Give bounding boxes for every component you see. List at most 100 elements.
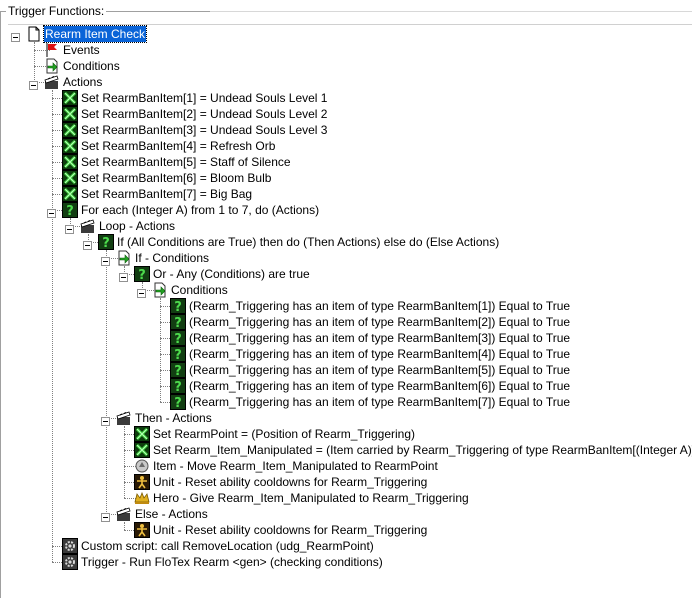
tree-node-label[interactable]: Else - Actions <box>134 506 209 522</box>
collapse-toggle-icon[interactable] <box>83 238 92 250</box>
tree-node-t2[interactable]: Set Rearm_Item_Manipulated = (Item carri… <box>8 442 692 458</box>
tree-node-t1[interactable]: Set RearmPoint = (Position of Rearm_Trig… <box>8 426 692 442</box>
collapse-toggle-icon[interactable] <box>29 78 38 90</box>
tree-node-label[interactable]: Loop - Actions <box>98 218 176 234</box>
tree-node-label[interactable]: (Rearm_Triggering has an item of type Re… <box>188 394 571 410</box>
tree-node-label[interactable]: Set RearmBanItem[2] = Undead Souls Level… <box>80 106 328 122</box>
tree-node-a3[interactable]: Set RearmBanItem[3] = Undead Souls Level… <box>8 122 692 138</box>
panel-title: Trigger Functions: <box>6 4 107 18</box>
svg-text:?: ? <box>174 396 182 410</box>
tree-node-label[interactable]: If (All Conditions are True) then do (Th… <box>116 234 500 250</box>
tree-node-conditions[interactable]: Conditions <box>8 58 692 74</box>
tree-node-label[interactable]: Then - Actions <box>134 410 213 426</box>
tree-node-label[interactable]: Hero - Give Rearm_Item_Manipulated to Re… <box>152 490 470 506</box>
custom-script-icon <box>62 554 78 570</box>
set-variable-icon <box>62 90 78 106</box>
tree-node-label[interactable]: Set RearmPoint = (Position of Rearm_Trig… <box>152 426 416 442</box>
condition-question-icon: ? <box>134 266 150 283</box>
tree-node-label[interactable]: Conditions <box>170 282 229 298</box>
collapse-toggle-icon[interactable] <box>47 206 56 218</box>
set-variable-icon <box>62 106 78 122</box>
tree-node-t3[interactable]: Item - Move Rearm_Item_Manipulated to Re… <box>8 458 692 474</box>
tree-node-a4[interactable]: Set RearmBanItem[4] = Refresh Orb <box>8 138 692 154</box>
tree-node-loop[interactable]: Loop - Actions <box>8 218 692 234</box>
svg-text:?: ? <box>174 380 182 394</box>
set-variable-icon <box>62 138 78 154</box>
tree-node-label[interactable]: Set RearmBanItem[7] = Big Bag <box>80 186 253 202</box>
actions-clapper-icon <box>116 506 132 522</box>
tree-node-t4[interactable]: Unit - Reset ability cooldowns for Rearm… <box>8 474 692 490</box>
tree-node-label[interactable]: (Rearm_Triggering has an item of type Re… <box>188 346 571 362</box>
tree-node-then[interactable]: Then - Actions <box>8 410 692 426</box>
condition-question-icon: ? <box>98 234 114 251</box>
group-frame-line-right <box>210 11 692 12</box>
tree-node-events[interactable]: Events <box>8 42 692 58</box>
tree-node-label[interactable]: Custom script: call RemoveLocation (udg_… <box>80 538 375 554</box>
tree-node-foreach[interactable]: ? For each (Integer A) from 1 to 7, do (A… <box>8 202 692 219</box>
tree-node-e1[interactable]: Unit - Reset ability cooldowns for Rearm… <box>8 522 692 538</box>
tree-node-label[interactable]: (Rearm_Triggering has an item of type Re… <box>188 298 571 314</box>
tree-node-label[interactable]: Or - Any (Conditions) are true <box>152 266 311 282</box>
tree-node-t5[interactable]: Hero - Give Rearm_Item_Manipulated to Re… <box>8 490 692 506</box>
tree-node-label[interactable]: (Rearm_Triggering has an item of type Re… <box>188 330 571 346</box>
condition-question-icon: ? <box>170 314 186 331</box>
tree-node-label[interactable]: Item - Move Rearm_Item_Manipulated to Re… <box>152 458 439 474</box>
conditions-icon <box>152 282 168 298</box>
tree-node-label[interactable]: Actions <box>62 74 103 90</box>
tree-node-else[interactable]: Else - Actions <box>8 506 692 522</box>
tree-node-c4[interactable]: ? (Rearm_Triggering has an item of type R… <box>8 346 692 363</box>
tree-node-label[interactable]: Events <box>62 42 101 58</box>
tree-node-label[interactable]: For each (Integer A) from 1 to 7, do (Ac… <box>80 202 320 218</box>
set-variable-icon <box>134 442 150 458</box>
tree-node-label[interactable]: (Rearm_Triggering has an item of type Re… <box>188 314 571 330</box>
tree-node-a5[interactable]: Set RearmBanItem[5] = Staff of Silence <box>8 154 692 170</box>
tree-node-label[interactable]: Set RearmBanItem[5] = Staff of Silence <box>80 154 292 170</box>
tree-node-c6[interactable]: ? (Rearm_Triggering has an item of type R… <box>8 378 692 395</box>
tree-node-label[interactable]: Set Rearm_Item_Manipulated = (Item carri… <box>152 442 692 458</box>
tree-node-a2[interactable]: Set RearmBanItem[2] = Undead Souls Level… <box>8 106 692 122</box>
condition-question-icon: ? <box>170 394 186 411</box>
tree-node-label[interactable]: (Rearm_Triggering has an item of type Re… <box>188 378 571 394</box>
custom-script-icon <box>62 538 78 554</box>
unit-icon <box>134 522 150 538</box>
tree-node-label[interactable]: Set RearmBanItem[6] = Bloom Bulb <box>80 170 272 186</box>
tree-node-a6[interactable]: Set RearmBanItem[6] = Bloom Bulb <box>8 170 692 186</box>
tree-node-label[interactable]: Unit - Reset ability cooldowns for Rearm… <box>152 474 428 490</box>
condition-question-icon: ? <box>62 202 78 219</box>
tree-node-c5[interactable]: ? (Rearm_Triggering has an item of type R… <box>8 362 692 379</box>
tree-node-label[interactable]: Set RearmBanItem[1] = Undead Souls Level… <box>80 90 328 106</box>
tree-node-if[interactable]: ? If (All Conditions are True) then do (T… <box>8 234 692 251</box>
tree-node-label[interactable]: Trigger - Run FloTex Rearm <gen> (checki… <box>80 554 384 570</box>
collapse-toggle-icon[interactable] <box>101 254 110 266</box>
actions-clapper-icon <box>116 410 132 426</box>
tree-node-label[interactable]: Rearm Item Check <box>42 25 148 43</box>
tree-node-c1[interactable]: ? (Rearm_Triggering has an item of type R… <box>8 298 692 315</box>
tree-node-label[interactable]: Set RearmBanItem[4] = Refresh Orb <box>80 138 276 154</box>
trigger-tree[interactable]: Rearm Item Check Events Conditions Actions S… <box>8 24 692 599</box>
collapse-toggle-icon[interactable] <box>101 414 110 426</box>
collapse-toggle-icon[interactable] <box>65 222 74 234</box>
condition-question-icon: ? <box>170 330 186 347</box>
tree-node-c3[interactable]: ? (Rearm_Triggering has an item of type R… <box>8 330 692 347</box>
tree-node-label[interactable]: Unit - Reset ability cooldowns for Rearm… <box>152 522 428 538</box>
tree-node-run[interactable]: Trigger - Run FloTex Rearm <gen> (checki… <box>8 554 692 570</box>
collapse-toggle-icon[interactable] <box>137 286 146 298</box>
tree-node-label[interactable]: (Rearm_Triggering has an item of type Re… <box>188 362 571 378</box>
tree-node-custom[interactable]: Custom script: call RemoveLocation (udg_… <box>8 538 692 554</box>
tree-node-label[interactable]: If - Conditions <box>134 250 210 266</box>
condition-question-icon: ? <box>170 346 186 363</box>
tree-node-ifcond[interactable]: If - Conditions <box>8 250 692 266</box>
tree-node-or[interactable]: ? Or - Any (Conditions) are true <box>8 266 692 283</box>
tree-node-actions[interactable]: Actions <box>8 74 692 90</box>
tree-node-c2[interactable]: ? (Rearm_Triggering has an item of type R… <box>8 314 692 331</box>
tree-node-a1[interactable]: Set RearmBanItem[1] = Undead Souls Level… <box>8 90 692 106</box>
collapse-toggle-icon[interactable] <box>11 30 20 42</box>
tree-node-label[interactable]: Conditions <box>62 58 121 74</box>
collapse-toggle-icon[interactable] <box>101 510 110 522</box>
tree-node-label[interactable]: Set RearmBanItem[3] = Undead Souls Level… <box>80 122 328 138</box>
tree-node-a7[interactable]: Set RearmBanItem[7] = Big Bag <box>8 186 692 202</box>
tree-node-c7[interactable]: ? (Rearm_Triggering has an item of type R… <box>8 394 692 411</box>
tree-node-root[interactable]: Rearm Item Check <box>8 25 692 43</box>
tree-node-orcond[interactable]: Conditions <box>8 282 692 298</box>
collapse-toggle-icon[interactable] <box>119 270 128 282</box>
